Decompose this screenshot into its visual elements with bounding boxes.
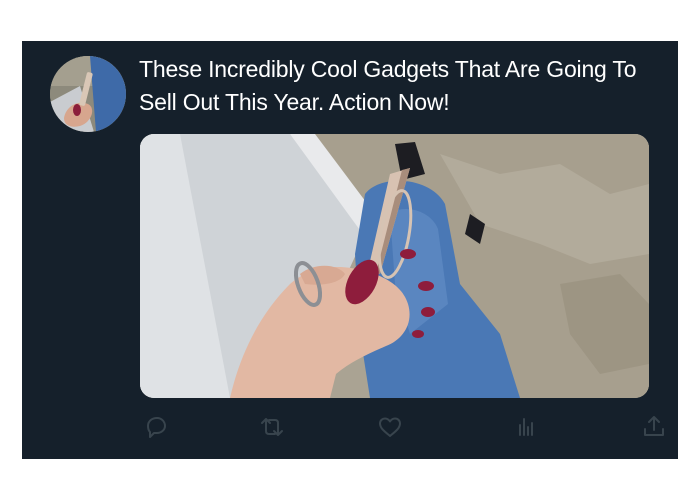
retweet-icon: [261, 418, 283, 436]
views-button[interactable]: [512, 413, 542, 443]
retweet-button[interactable]: [257, 413, 287, 443]
share-button[interactable]: [640, 413, 670, 443]
analytics-icon: [519, 418, 533, 436]
gadget-photo: [140, 134, 649, 398]
action-bar: [140, 413, 664, 443]
heart-icon: [379, 417, 401, 437]
like-button[interactable]: [376, 413, 406, 443]
tweet-card: These Incredibly Cool Gadgets That Are G…: [22, 41, 678, 459]
post-headline: These Incredibly Cool Gadgets That Are G…: [139, 56, 637, 115]
avatar-image: [50, 56, 126, 132]
avatar[interactable]: [50, 56, 126, 132]
reply-button[interactable]: [142, 413, 172, 443]
share-icon: [644, 416, 664, 436]
post-image[interactable]: [140, 134, 649, 398]
reply-icon: [147, 417, 166, 438]
